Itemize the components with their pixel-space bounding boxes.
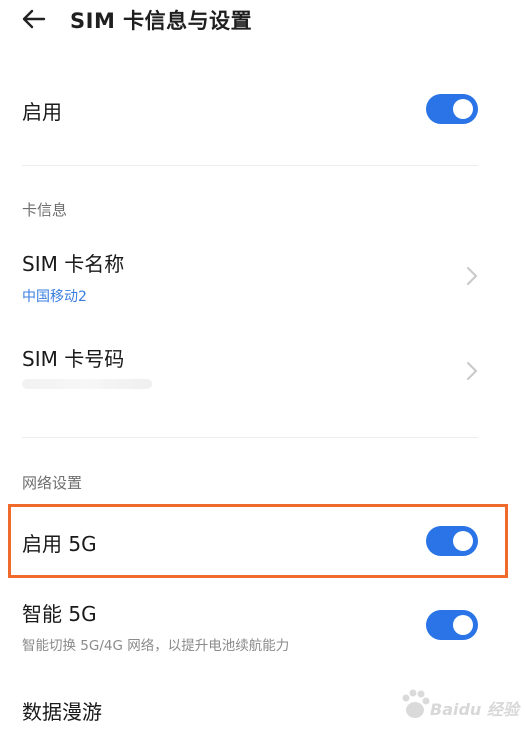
enable-sim-label: 启用 bbox=[22, 100, 62, 124]
enable-sim-row[interactable]: 启用 bbox=[0, 86, 526, 132]
sim-number-label: SIM 卡号码 bbox=[22, 347, 125, 371]
toggle-knob bbox=[453, 99, 473, 119]
back-button[interactable] bbox=[18, 4, 48, 34]
smart-5g-description: 智能切换 5G/4G 网络，以提升电池续航能力 bbox=[22, 638, 290, 654]
smart-5g-toggle[interactable] bbox=[426, 610, 478, 640]
header-bar: SIM 卡信息与设置 bbox=[0, 0, 526, 42]
divider bbox=[22, 437, 478, 438]
section-title-network: 网络设置 bbox=[22, 474, 83, 492]
highlight-box bbox=[8, 504, 508, 578]
sim-number-value-redacted bbox=[22, 379, 152, 389]
arrow-left-icon bbox=[22, 9, 46, 29]
paw-logo-icon bbox=[402, 689, 430, 718]
section-title-card-info: 卡信息 bbox=[22, 201, 68, 219]
smart-5g-label: 智能 5G bbox=[22, 602, 97, 626]
sim-name-value: 中国移动2 bbox=[22, 289, 87, 305]
smart-5g-row[interactable]: 智能 5G 智能切换 5G/4G 网络，以提升电池续航能力 bbox=[0, 592, 526, 658]
data-roaming-label: 数据漫游 bbox=[22, 700, 102, 724]
page-title: SIM 卡信息与设置 bbox=[70, 9, 253, 33]
baidu-watermark: Baidu 经验 bbox=[400, 680, 520, 730]
chevron-right-icon bbox=[467, 267, 478, 285]
watermark-text: Baidu 经验 bbox=[430, 700, 519, 719]
toggle-knob bbox=[453, 615, 473, 635]
sim-name-row[interactable]: SIM 卡名称 中国移动2 bbox=[0, 240, 526, 310]
enable-sim-toggle[interactable] bbox=[426, 94, 478, 124]
divider bbox=[22, 165, 478, 166]
chevron-right-icon bbox=[467, 362, 478, 380]
sim-number-row[interactable]: SIM 卡号码 bbox=[0, 335, 526, 405]
sim-name-label: SIM 卡名称 bbox=[22, 252, 125, 276]
